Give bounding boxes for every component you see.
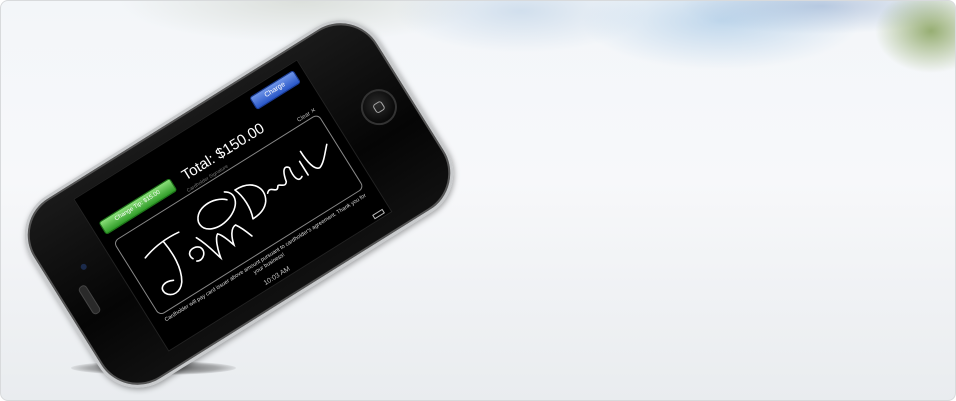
charge-button[interactable]: Charge xyxy=(249,69,302,111)
battery-icon xyxy=(372,208,385,220)
home-button-icon xyxy=(354,82,404,132)
front-camera xyxy=(79,262,88,271)
earpiece-speaker xyxy=(77,283,102,316)
hero-banner: Charge Change Tip: $15.00 Total: $150.00… xyxy=(0,0,956,401)
blurred-background xyxy=(1,1,955,121)
